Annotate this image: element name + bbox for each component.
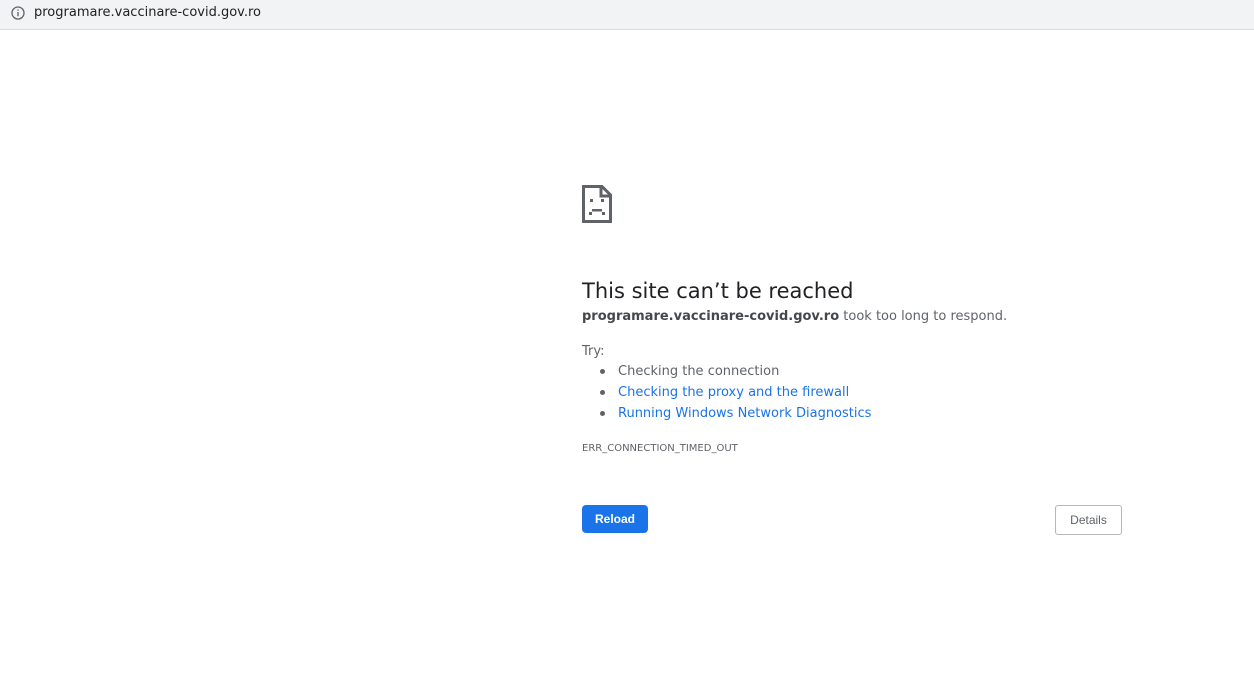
list-item: Running Windows Network Diagnostics <box>582 406 871 427</box>
address-bar[interactable]: programare.vaccinare-covid.gov.ro <box>0 0 1254 30</box>
suggestion-check-proxy-link[interactable]: Checking the proxy and the firewall <box>618 385 849 400</box>
bullet-icon <box>600 369 605 374</box>
sad-page-icon <box>582 185 612 223</box>
info-icon[interactable] <box>11 5 25 20</box>
error-code: ERR_CONNECTION_TIMED_OUT <box>582 443 738 454</box>
suggestion-check-connection: Checking the connection <box>618 364 780 379</box>
try-label: Try: <box>582 344 605 359</box>
list-item: Checking the proxy and the firewall <box>582 385 871 406</box>
reload-button[interactable]: Reload <box>582 505 648 533</box>
page-title: This site can’t be reached <box>582 279 854 304</box>
list-item: Checking the connection <box>582 364 871 385</box>
host-name: programare.vaccinare-covid.gov.ro <box>582 309 840 324</box>
bullet-icon <box>600 411 605 416</box>
url-text[interactable]: programare.vaccinare-covid.gov.ro <box>34 5 261 20</box>
suggestions-list: Checking the connection Checking the pro… <box>582 364 871 427</box>
bullet-icon <box>600 390 605 395</box>
details-button[interactable]: Details <box>1055 505 1122 535</box>
error-description: programare.vaccinare-covid.gov.ro took t… <box>582 309 1007 324</box>
error-message: took too long to respond. <box>839 309 1008 324</box>
suggestion-network-diagnostics-link[interactable]: Running Windows Network Diagnostics <box>618 406 871 421</box>
